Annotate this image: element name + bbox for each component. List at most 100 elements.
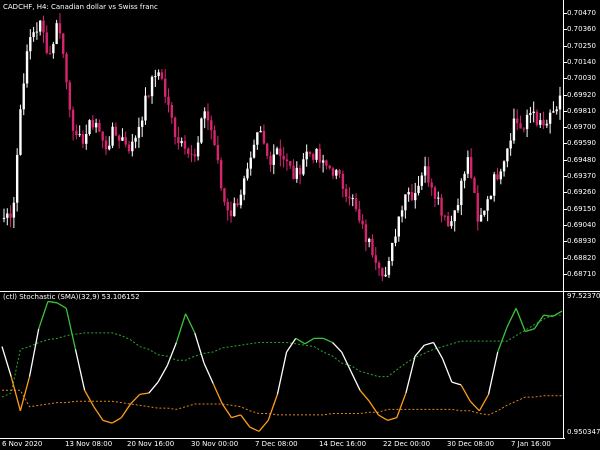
stoch-main-line-segment bbox=[148, 381, 159, 394]
candle bbox=[532, 101, 535, 123]
candle bbox=[479, 207, 483, 222]
candle bbox=[42, 15, 45, 43]
candle bbox=[486, 196, 489, 222]
candle bbox=[499, 168, 502, 185]
stoch-main-line-segment bbox=[221, 403, 233, 418]
time-tick-label: 30 Nov 00:00 bbox=[191, 440, 239, 448]
candle bbox=[519, 115, 522, 129]
candle bbox=[285, 153, 289, 171]
candle bbox=[391, 242, 394, 266]
stoch-main-line-segment bbox=[212, 383, 223, 405]
candle bbox=[476, 185, 479, 231]
stoch-main-line-segment bbox=[166, 342, 178, 366]
candle bbox=[15, 148, 19, 212]
candle bbox=[535, 109, 539, 127]
price-chart[interactable] bbox=[0, 0, 564, 291]
candle bbox=[71, 106, 75, 141]
candle bbox=[111, 122, 114, 149]
candle bbox=[374, 247, 377, 271]
time-axis-line bbox=[0, 438, 565, 439]
candle bbox=[525, 109, 529, 138]
candle bbox=[272, 144, 275, 175]
time-tick-label: 13 Nov 08:00 bbox=[65, 440, 113, 448]
candle bbox=[522, 127, 526, 133]
candle bbox=[427, 157, 430, 187]
stoch-main-line-segment bbox=[506, 308, 517, 328]
candle bbox=[219, 157, 223, 191]
stoch-main-line-segment bbox=[231, 414, 241, 419]
candle bbox=[469, 148, 473, 179]
candle bbox=[157, 69, 160, 80]
candle bbox=[367, 237, 371, 248]
candle bbox=[341, 170, 345, 198]
candle bbox=[555, 106, 558, 115]
price-tick-label: 0.70140 bbox=[567, 57, 596, 66]
candle bbox=[463, 171, 466, 189]
stoch-main-line-segment bbox=[295, 337, 306, 345]
stoch-main-line-segment bbox=[185, 313, 196, 334]
price-tick-label: 0.69810 bbox=[567, 106, 596, 115]
candle bbox=[545, 119, 549, 129]
candle bbox=[239, 189, 243, 209]
candle bbox=[68, 79, 71, 118]
stoch-main-line-segment bbox=[74, 349, 86, 391]
candle bbox=[430, 178, 433, 196]
candle bbox=[223, 187, 226, 206]
stoch-main-line-segment bbox=[1, 346, 12, 377]
price-chart-pane[interactable]: CADCHF, H4: Canadian dollar vs Swiss fra… bbox=[0, 0, 564, 291]
candle bbox=[29, 29, 32, 60]
candle bbox=[154, 69, 157, 87]
candle bbox=[414, 182, 417, 209]
candle bbox=[364, 219, 368, 252]
stoch-main-line-segment bbox=[203, 362, 214, 384]
candle bbox=[19, 104, 22, 156]
candle bbox=[338, 169, 341, 179]
stoch-main-line-segment bbox=[414, 344, 425, 357]
stoch-main-line-segment bbox=[93, 406, 104, 421]
candle bbox=[55, 19, 58, 45]
candle bbox=[483, 210, 486, 217]
candle bbox=[2, 208, 6, 223]
indicator-pane[interactable]: (ctl) Stochastic (SMA)(32,9) 53.106152 bbox=[0, 292, 564, 438]
stoch-main-line-segment bbox=[157, 365, 168, 383]
stoch-main-line-segment bbox=[469, 400, 480, 412]
candle bbox=[269, 151, 272, 172]
stoch-main-line-segment bbox=[175, 313, 187, 343]
candle bbox=[131, 133, 134, 157]
candle bbox=[265, 142, 269, 160]
candle bbox=[325, 159, 328, 170]
candle bbox=[262, 124, 266, 145]
candle bbox=[229, 201, 233, 223]
stoch-main-line-segment bbox=[432, 342, 444, 360]
candle bbox=[397, 216, 400, 242]
price-tick-label: 0.69590 bbox=[567, 139, 596, 148]
candle bbox=[9, 205, 12, 228]
price-tick-label: 0.69700 bbox=[567, 123, 596, 132]
candle bbox=[381, 267, 384, 282]
candle bbox=[6, 208, 9, 226]
candle bbox=[423, 156, 427, 183]
stochastic-chart[interactable] bbox=[0, 292, 564, 438]
candle bbox=[210, 115, 213, 140]
candle bbox=[321, 154, 325, 173]
candle bbox=[453, 210, 456, 232]
price-tick-label: 0.70250 bbox=[567, 41, 596, 50]
candle bbox=[512, 108, 516, 144]
candle bbox=[226, 198, 229, 221]
candle bbox=[183, 135, 187, 155]
stoch-main-line-segment bbox=[286, 337, 297, 353]
candle bbox=[45, 25, 48, 55]
candle bbox=[75, 124, 78, 140]
stoch-main-line-segment bbox=[396, 392, 407, 418]
candle bbox=[384, 266, 387, 277]
price-tick-label: 0.68820 bbox=[567, 253, 596, 262]
stoch-main-line-segment bbox=[28, 328, 40, 377]
candle bbox=[101, 131, 104, 149]
stoch-main-line-segment bbox=[460, 384, 471, 402]
candle bbox=[529, 106, 532, 124]
candle bbox=[331, 166, 335, 180]
candle bbox=[315, 148, 318, 163]
stoch-main-line-segment bbox=[359, 389, 370, 402]
candle bbox=[134, 135, 137, 149]
candle bbox=[344, 184, 348, 203]
